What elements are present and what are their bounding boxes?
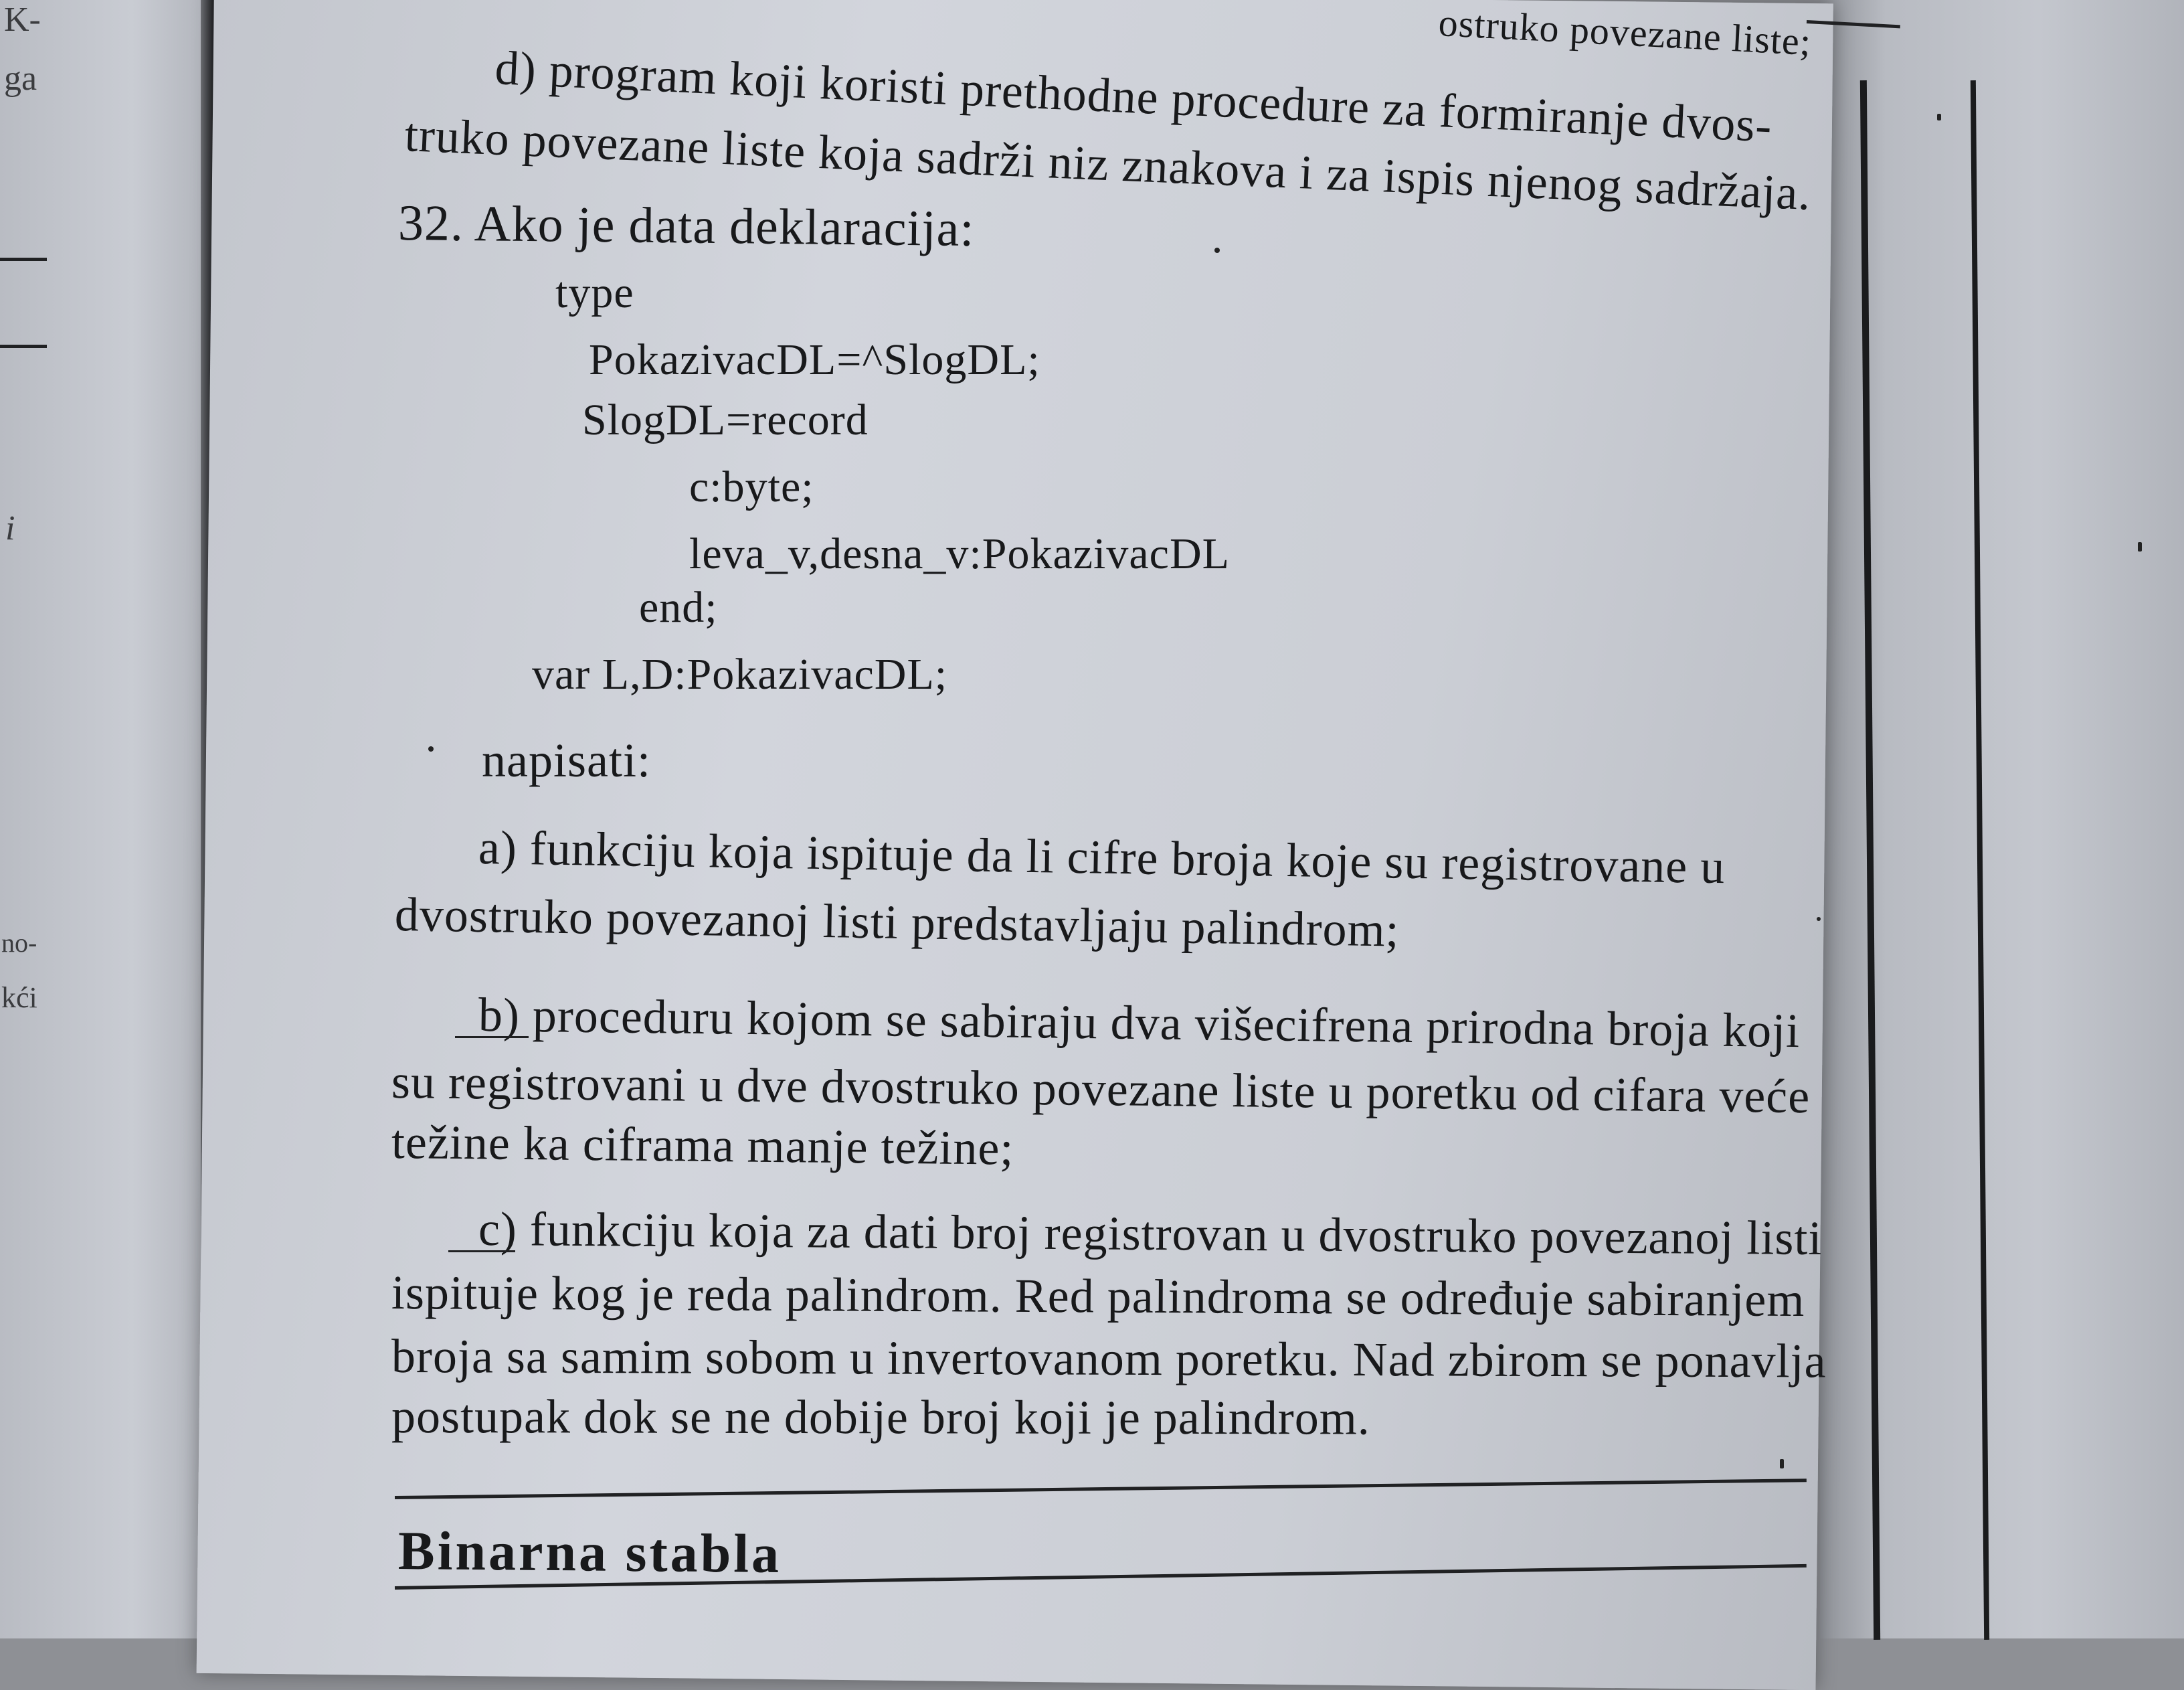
code-line: SlogDL=record xyxy=(582,396,869,444)
left-page xyxy=(0,0,221,1638)
problem-number-line: 32. Ako je data deklaracija: xyxy=(397,195,975,258)
ink-speck xyxy=(428,746,434,752)
ink-speck xyxy=(1817,917,1821,921)
margin-rule xyxy=(0,258,47,261)
margin-fragment: i xyxy=(5,509,15,547)
code-line: type xyxy=(555,268,634,317)
code-line: c:byte; xyxy=(689,462,814,511)
code-line: PokazivacDL=^SlogDL; xyxy=(589,335,1040,384)
ink-speck xyxy=(1780,1459,1784,1468)
margin-fragment: K- xyxy=(4,1,41,39)
ink-speck xyxy=(1214,248,1220,253)
item-c-line-3: broja sa samim sobom u invertovanom pore… xyxy=(391,1329,1827,1388)
item-c-line-4: postupak dok se ne dobije broj koji je p… xyxy=(391,1389,1370,1445)
margin-fragment: no- xyxy=(1,928,37,958)
item-b-line-3: težine ka ciframa manje težine; xyxy=(391,1115,1014,1175)
item-c-line-1: c) funkciju koja za dati broj registrova… xyxy=(478,1202,1823,1266)
code-line: end; xyxy=(639,583,718,632)
code-line: var L,D:PokazivacDL; xyxy=(532,650,948,699)
item-c-line-2: ispituje kog je reda palindrom. Red pali… xyxy=(391,1266,1805,1327)
margin-fragment: ga xyxy=(4,60,37,98)
ink-speck xyxy=(1937,114,1941,120)
handwritten-underline xyxy=(455,1036,529,1038)
ink-speck xyxy=(2138,542,2142,552)
margin-rule xyxy=(0,345,47,348)
handwritten-underline xyxy=(448,1250,515,1252)
margin-fragment: kći xyxy=(1,981,37,1014)
code-line: leva_v,desna_v:PokazivacDL xyxy=(689,529,1230,578)
section-heading: Binarna stabla xyxy=(397,1520,782,1585)
napisati-label: napisati: xyxy=(482,734,651,787)
